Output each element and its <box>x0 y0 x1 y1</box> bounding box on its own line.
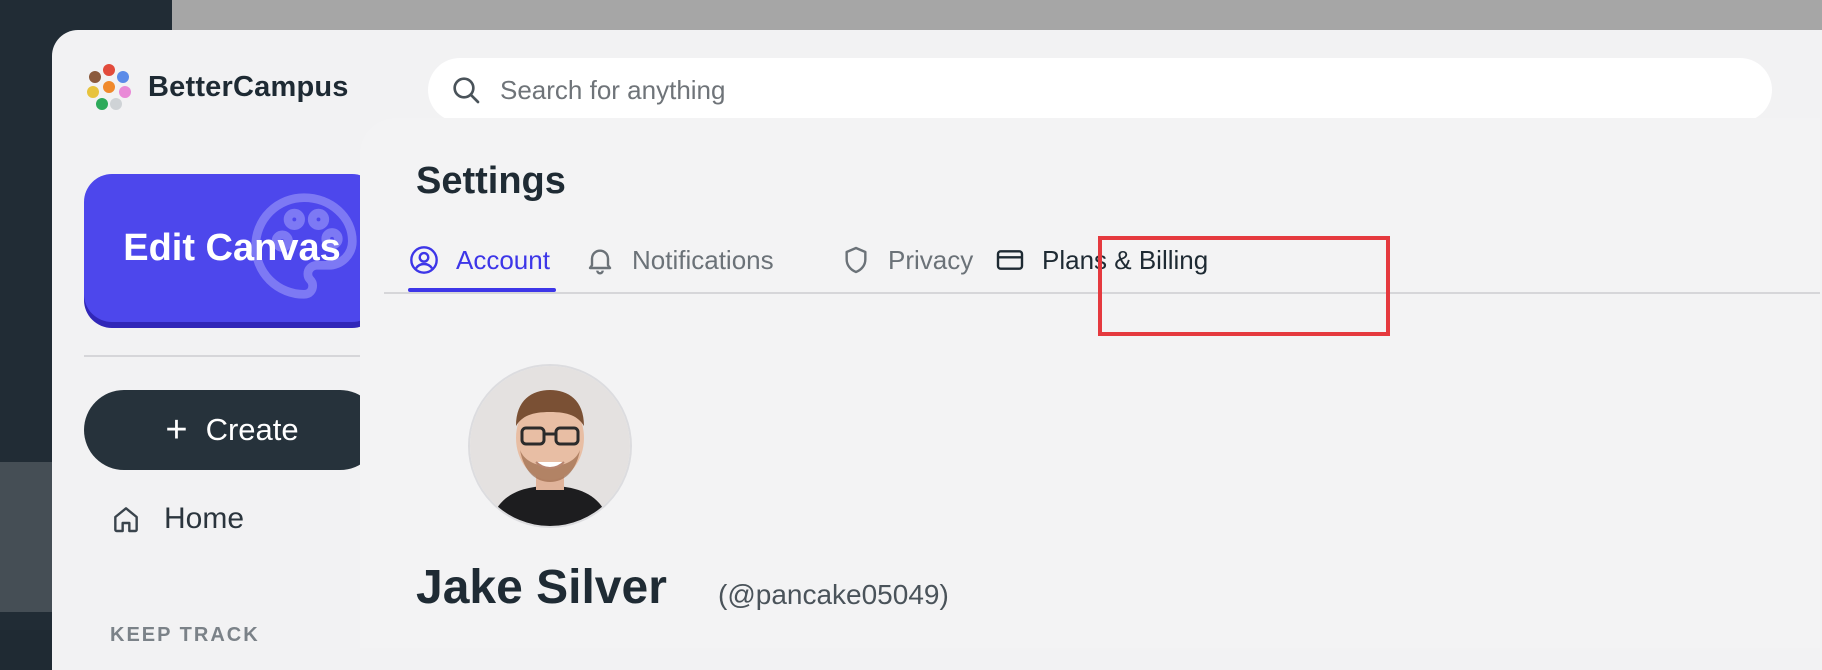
tab-notifications[interactable]: Notifications <box>584 230 774 290</box>
create-button[interactable]: + Create <box>84 390 380 470</box>
edit-canvas-label: Edit Canvas <box>123 226 341 269</box>
background-top-bar <box>172 0 1822 32</box>
shield-icon <box>845 246 867 274</box>
tab-privacy[interactable]: Privacy <box>840 230 973 290</box>
avatar[interactable] <box>468 364 632 528</box>
tab-label: Privacy <box>888 244 974 275</box>
sidebar-item-label: Home <box>164 502 245 535</box>
tab-account[interactable]: Account <box>408 230 556 292</box>
settings-tabs: Account Notifications Privacy Plans & Bi… <box>384 230 1820 294</box>
profile-name: Jake Silver <box>416 561 667 614</box>
credit-card-icon <box>996 250 1024 270</box>
sidebar-section-label: KEEP TRACK <box>110 624 260 646</box>
search-input[interactable] <box>498 73 1702 107</box>
home-icon <box>114 507 138 533</box>
sidebar-item-home[interactable]: Home <box>110 502 244 536</box>
app-name: BetterCampus <box>148 70 349 103</box>
profile-photo <box>470 366 630 526</box>
tab-label: Account <box>456 244 550 275</box>
plus-icon: + <box>165 409 188 451</box>
create-label: Create <box>205 412 299 447</box>
tab-plans-billing[interactable]: Plans & Billing <box>994 230 1208 290</box>
profile-handle: (@pancake05049) <box>718 579 949 610</box>
sidebar-divider <box>84 355 380 357</box>
user-circle-icon <box>410 246 438 274</box>
app-logo-icon <box>84 62 134 112</box>
search-bar[interactable] <box>428 58 1772 122</box>
tab-label: Plans & Billing <box>1042 244 1209 275</box>
search-icon <box>453 77 480 104</box>
tab-label: Notifications <box>632 244 774 275</box>
brand[interactable]: BetterCampus <box>84 62 349 112</box>
page-title: Settings <box>416 160 566 202</box>
edit-canvas-button[interactable]: Edit Canvas <box>84 174 380 322</box>
bell-icon <box>588 249 612 275</box>
background-window-behind <box>0 462 60 612</box>
